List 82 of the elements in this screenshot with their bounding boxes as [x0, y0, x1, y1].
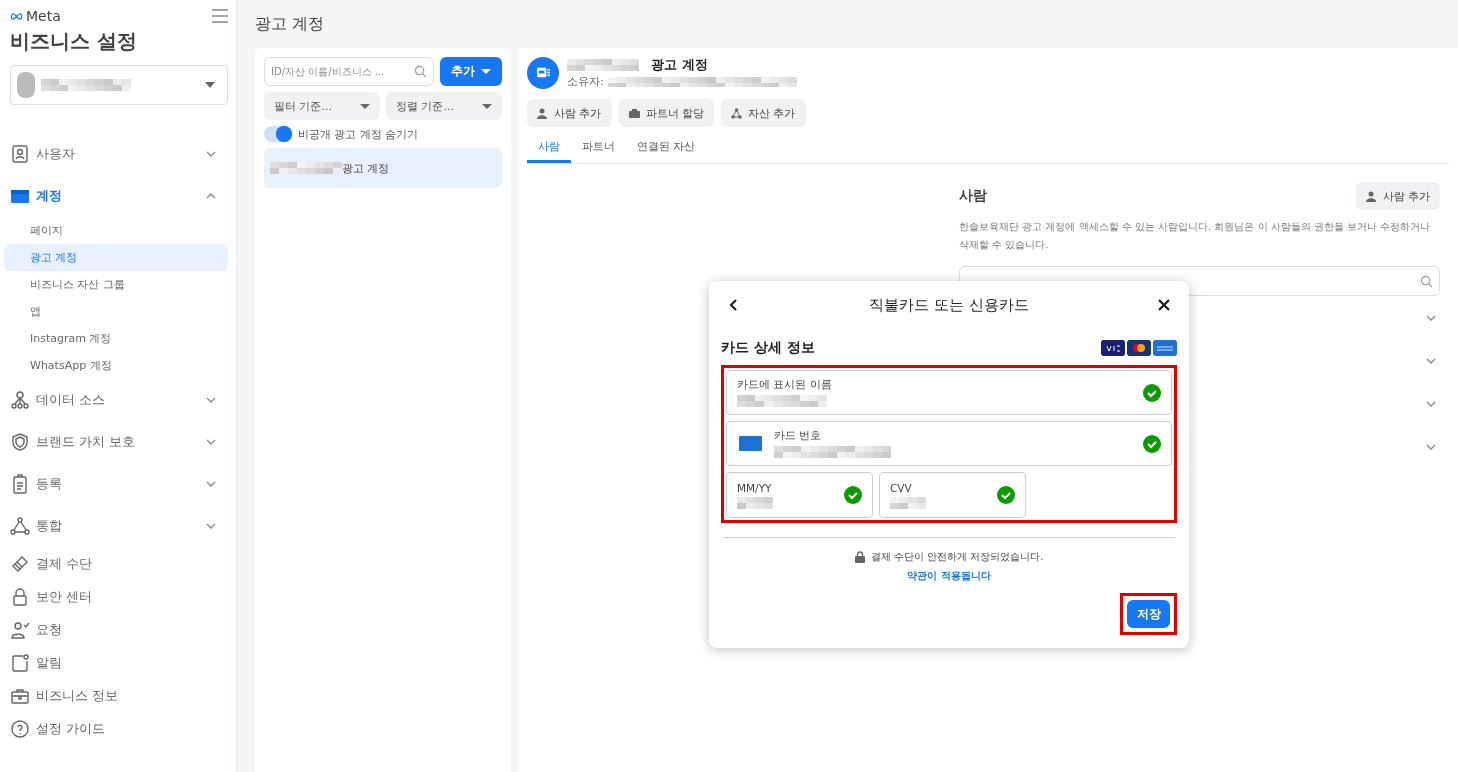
chevron-down-icon	[206, 150, 216, 158]
section-title: 사람	[959, 187, 987, 205]
toggle-switch[interactable]	[264, 126, 292, 142]
nav-icon	[10, 390, 30, 410]
nav-icon	[10, 432, 30, 452]
chevron-down-icon[interactable]	[1426, 442, 1436, 451]
nav-item[interactable]: 보안 센터	[10, 580, 228, 613]
briefcase-icon	[628, 107, 640, 119]
nav-icon	[10, 718, 30, 739]
nav-icon	[10, 619, 30, 640]
add-person-icon	[1365, 190, 1377, 202]
owner-label: 소유자:	[567, 74, 604, 89]
chevron-down-icon	[206, 480, 216, 488]
chevron-down-icon[interactable]	[1426, 356, 1436, 365]
section-title: 카드 상세 정보	[721, 339, 815, 357]
chevron-up-icon	[206, 192, 216, 200]
nav-item[interactable]: 알림	[10, 646, 228, 679]
nav-icon	[10, 516, 30, 536]
nav-item[interactable]: 통합	[10, 505, 228, 547]
nav-item[interactable]: 사용자	[10, 133, 228, 175]
section-description: 한솔보육재단 광고 계정에 액세스할 수 있는 사람입니다. 회원님은 이 사람들의 권한을 보거나 수정하거나 삭제할 수 있습니다.	[959, 220, 1432, 252]
dialog-title: 직불카드 또는 신용카드	[869, 295, 1029, 315]
account-name: 광고 계정	[651, 56, 708, 74]
action-button[interactable]: 자산 추가	[721, 99, 806, 127]
nav-icon	[10, 474, 30, 494]
chevron-down-icon[interactable]	[1426, 313, 1436, 322]
ad-account-icon	[536, 66, 550, 79]
menu-icon[interactable]	[212, 9, 228, 23]
page-title: 광고 계정	[255, 12, 326, 35]
search-icon	[1420, 274, 1433, 288]
nav-subitem[interactable]: 광고 계정	[4, 244, 228, 271]
nav-subitem[interactable]: 앱	[4, 298, 228, 325]
save-button[interactable]: 저장	[1127, 600, 1170, 628]
action-button[interactable]: 사람 추가	[527, 99, 612, 127]
nav-subitem[interactable]: 비즈니스 자산 그룹	[4, 271, 228, 298]
search-icon	[414, 65, 427, 78]
card-input-field[interactable]: 카드에 표시된 이름	[726, 370, 1172, 415]
nav-item[interactable]: 데이터 소스	[10, 379, 228, 421]
close-icon[interactable]	[1157, 298, 1171, 312]
toggle-label: 비공개 광고 계정 숨기기	[298, 126, 419, 142]
redacted-text	[737, 496, 773, 509]
business-selector[interactable]	[10, 65, 228, 105]
caret-icon	[205, 81, 215, 89]
card-input-field[interactable]: MM/YY	[726, 472, 873, 518]
dropdown[interactable]: 정렬 기준...	[386, 92, 502, 120]
nav-icon	[10, 144, 30, 164]
redacted-text	[270, 162, 342, 174]
add-person-button[interactable]: 사람 추가	[1355, 182, 1440, 210]
tab[interactable]: 연결된 자산	[626, 133, 707, 163]
chevron-down-icon	[206, 522, 216, 530]
secure-note: 결제 수단이 안전하게 저장되었습니다.	[870, 550, 1044, 564]
card-input-field[interactable]: 카드 번호	[726, 421, 1172, 466]
sidebar-title: 비즈니스 설정	[10, 28, 138, 55]
dropdown[interactable]: 필터 기준...	[264, 92, 380, 120]
nav-item[interactable]: 계정	[10, 175, 228, 217]
nav-item[interactable]: 등록	[10, 463, 228, 505]
nav-subitem[interactable]: 페이지	[4, 217, 228, 244]
add-button[interactable]: 추가	[440, 57, 502, 86]
nav-icon	[10, 586, 30, 607]
chevron-down-icon[interactable]	[1426, 399, 1436, 408]
chevron-down-icon	[206, 396, 216, 404]
lock-icon	[854, 551, 865, 563]
chevron-down-icon	[206, 438, 216, 446]
tab[interactable]: 사람	[527, 133, 571, 163]
nav-icon	[10, 652, 30, 673]
nodes-icon	[731, 107, 742, 119]
nav-item[interactable]: 설정 가이드	[10, 712, 228, 745]
tab[interactable]: 파트너	[571, 133, 626, 163]
search-field[interactable]: ID/자산 이름/비즈니스 ...	[264, 57, 434, 86]
nav-item[interactable]: 결제 수단	[10, 547, 228, 580]
nav-subitem[interactable]: Instagram 계정	[4, 325, 228, 352]
nav-item[interactable]: 비즈니스 정보	[10, 679, 228, 712]
logo-text: Meta	[26, 8, 61, 24]
redacted-text	[890, 496, 926, 509]
terms-link[interactable]: 약관이 적용됩니다	[907, 569, 991, 583]
nav-item[interactable]: 브랜드 가치 보호	[10, 421, 228, 463]
action-button[interactable]: 파트너 할당	[618, 99, 714, 127]
card-input-field[interactable]: CVV	[879, 472, 1026, 518]
nav-item[interactable]: 요청	[10, 613, 228, 646]
nav-subitem[interactable]: WhatsApp 계정	[4, 352, 228, 379]
add-person-icon	[537, 107, 548, 119]
account-list-item[interactable]: 광고 계정	[264, 148, 502, 188]
